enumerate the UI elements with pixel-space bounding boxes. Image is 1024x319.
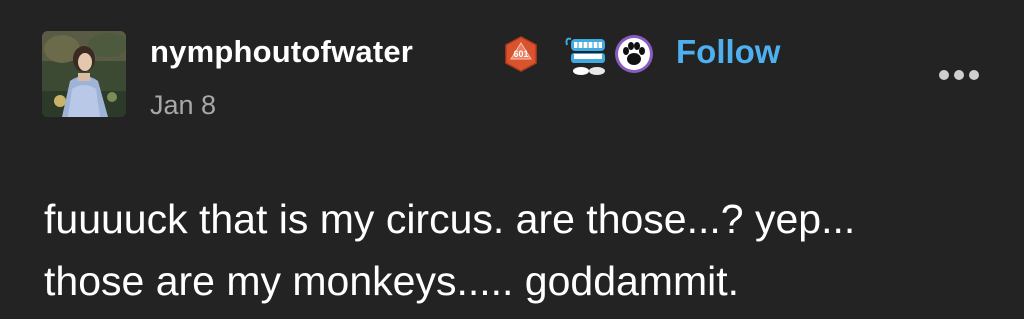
follow-button[interactable]: Follow [676,33,780,71]
more-options-icon[interactable] [932,62,986,88]
avatar-image [42,31,126,117]
post-text-line: fuuuuck that is my circus. are those...?… [44,196,856,242]
username[interactable]: nymphoutofwater [150,34,413,70]
post-body: fuuuuck that is my circus. are those...?… [44,188,1004,312]
post-header: nymphoutofwater 601 Follow Jan 8 [0,0,1024,140]
paw-print-badge-icon[interactable] [614,34,654,74]
d20-badge-text: 601 [513,49,528,59]
post-text-line: those are my monkeys..... goddammit. [44,258,739,304]
d20-dice-badge-icon[interactable]: 601 [502,35,540,73]
avatar[interactable] [42,31,126,117]
chattering-teeth-badge-icon[interactable] [565,33,611,77]
post-date[interactable]: Jan 8 [150,90,216,121]
